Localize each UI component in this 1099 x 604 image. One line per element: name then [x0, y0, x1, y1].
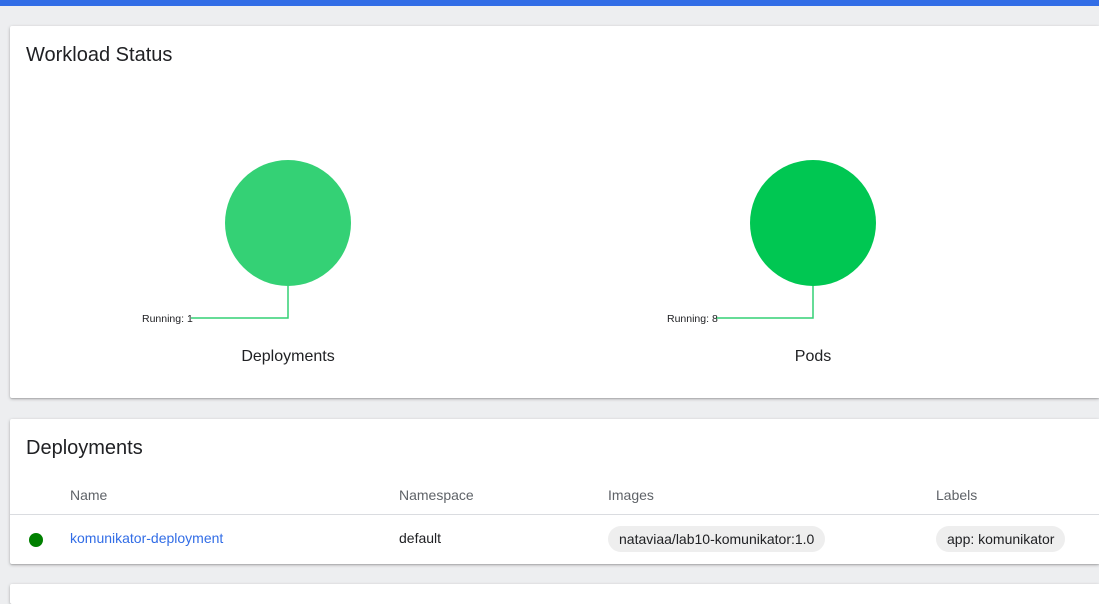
- deployments-running-slice[interactable]: [225, 160, 351, 286]
- pods-running-label: Running: 8: [667, 313, 718, 325]
- workload-status-charts: Running: 1 Running: 8: [142, 160, 876, 325]
- pods-chart-caption: Pods: [794, 348, 832, 365]
- deployment-name-link[interactable]: komunikator-deployment: [70, 530, 223, 546]
- top-accent-bar: [0, 0, 1099, 6]
- deployments-leader-line: [191, 286, 289, 319]
- deployments-running-label: Running: 1: [142, 313, 193, 325]
- deployments-title: Deployments: [26, 437, 143, 459]
- column-header-images[interactable]: Images: [608, 487, 654, 503]
- workload-status-card: Workload Status Running: 1 Running: 8 De…: [10, 26, 1099, 398]
- pods-running-slice[interactable]: [750, 160, 876, 286]
- column-header-labels[interactable]: Labels: [936, 487, 977, 503]
- next-card: [10, 584, 1099, 604]
- label-chip: app: komunikator: [936, 526, 1066, 552]
- deployments-chart-caption: Deployments: [241, 348, 335, 365]
- table-row: komunikator-deployment default nataviaa/…: [10, 516, 1099, 562]
- deployment-namespace: default: [399, 530, 442, 546]
- column-header-namespace[interactable]: Namespace: [399, 487, 474, 503]
- table-header: Name Namespace Images Labels: [10, 485, 1099, 515]
- column-header-name[interactable]: Name: [70, 487, 107, 503]
- deployments-chart: Running: 1: [142, 160, 351, 325]
- image-chip: nataviaa/lab10-komunikator:1.0: [608, 526, 826, 552]
- status-running-icon: [29, 533, 43, 547]
- pods-chart: Running: 8: [667, 160, 876, 325]
- deployments-card: Deployments Name Namespace Images Labels…: [10, 419, 1099, 564]
- pods-leader-line: [716, 286, 814, 319]
